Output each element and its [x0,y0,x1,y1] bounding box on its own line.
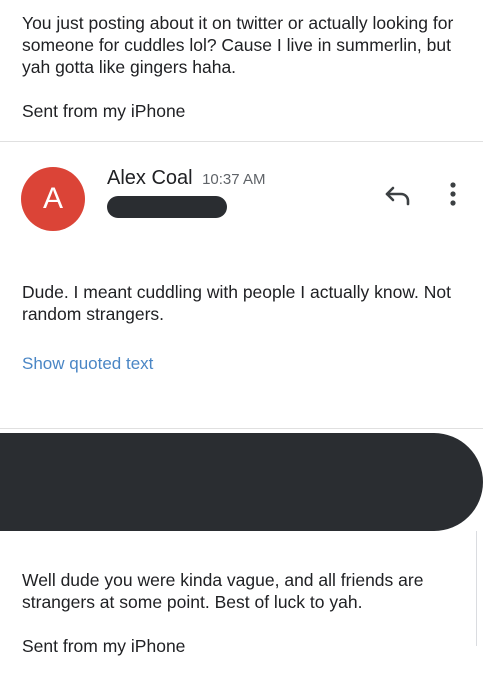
reply-message-signature: Sent from my iPhone [22,636,186,656]
message-body: Dude. I meant cuddling with people I act… [22,281,472,325]
sender-header: Alex Coal 10:37 AM [107,167,265,190]
reply-icon[interactable] [382,180,414,210]
previous-message-text: You just posting about it on twitter or … [22,13,454,77]
reply-message-body: Well dude you were kinda vague, and all … [22,569,462,657]
message-text: Dude. I meant cuddling with people I act… [22,282,451,324]
avatar[interactable]: A [21,167,85,231]
redacted-recipient [107,196,227,218]
reply-message-text: Well dude you were kinda vague, and all … [22,570,424,612]
message-time: 10:37 AM [202,171,266,188]
previous-message-signature: Sent from my iPhone [22,101,186,121]
previous-message-body: You just posting about it on twitter or … [22,12,472,122]
sender-name[interactable]: Alex Coal [107,167,193,189]
show-quoted-text-link[interactable]: Show quoted text [22,354,153,374]
card-edge [476,531,477,646]
message-divider [0,428,483,429]
message-divider [0,141,483,142]
redacted-header [0,433,483,531]
more-options-icon[interactable] [441,180,465,210]
